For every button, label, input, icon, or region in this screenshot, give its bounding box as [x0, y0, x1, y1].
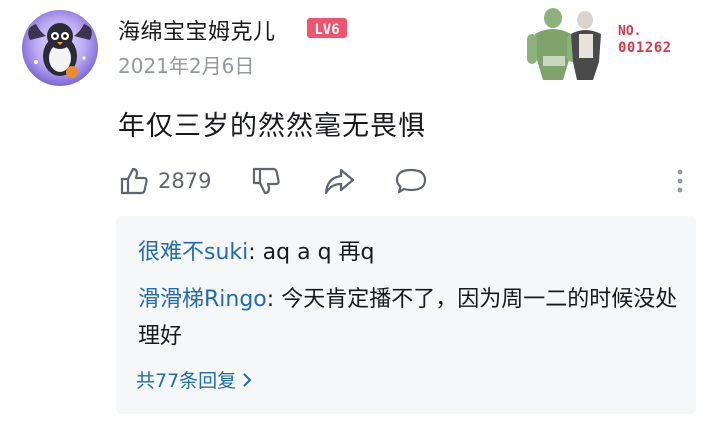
comment-icon: [395, 168, 427, 194]
reply-separator: :: [248, 240, 263, 265]
reply-item[interactable]: 很难不suki: aq a q 再q: [138, 234, 678, 271]
share-icon: [324, 168, 355, 195]
replies-panel: 很难不suki: aq a q 再q 滑滑梯Ringo: 今天肯定播不了，因为周…: [116, 216, 696, 414]
reply-author[interactable]: 很难不suki: [138, 240, 248, 265]
more-vertical-icon: [677, 169, 683, 193]
comment-date: 2021年2月6日: [118, 54, 255, 78]
reply-button[interactable]: [394, 164, 428, 198]
like-button[interactable]: 2879: [118, 164, 211, 198]
fan-card-image[interactable]: [523, 4, 613, 82]
fan-card-value: 001262: [618, 40, 672, 56]
thumbs-up-icon: [120, 167, 148, 195]
reply-author[interactable]: 滑滑梯Ringo: [138, 287, 267, 312]
like-count: 2879: [158, 169, 212, 193]
fan-card-number: NO. 001262: [618, 24, 672, 56]
thumbs-down-icon: [252, 167, 280, 195]
username[interactable]: 海绵宝宝姆克儿: [118, 14, 276, 46]
reply-item[interactable]: 滑滑梯Ringo: 今天肯定播不了，因为周一二的时候没处理好: [138, 281, 678, 355]
reply-separator: :: [266, 287, 282, 312]
view-all-replies-label: 共77条回复: [136, 370, 237, 392]
dislike-button[interactable]: [250, 164, 282, 198]
chevron-right-icon: [243, 372, 252, 387]
comment-text: 年仅三岁的然然毫无畏惧: [118, 111, 426, 142]
share-button[interactable]: [322, 164, 356, 198]
reply-text: aq a q 再q: [262, 240, 375, 265]
more-options-button[interactable]: [672, 166, 688, 196]
view-all-replies-link[interactable]: 共77条回复: [136, 366, 252, 393]
fan-card-label: NO.: [618, 24, 642, 39]
avatar[interactable]: [22, 10, 98, 86]
level-badge: LV6: [307, 18, 347, 38]
